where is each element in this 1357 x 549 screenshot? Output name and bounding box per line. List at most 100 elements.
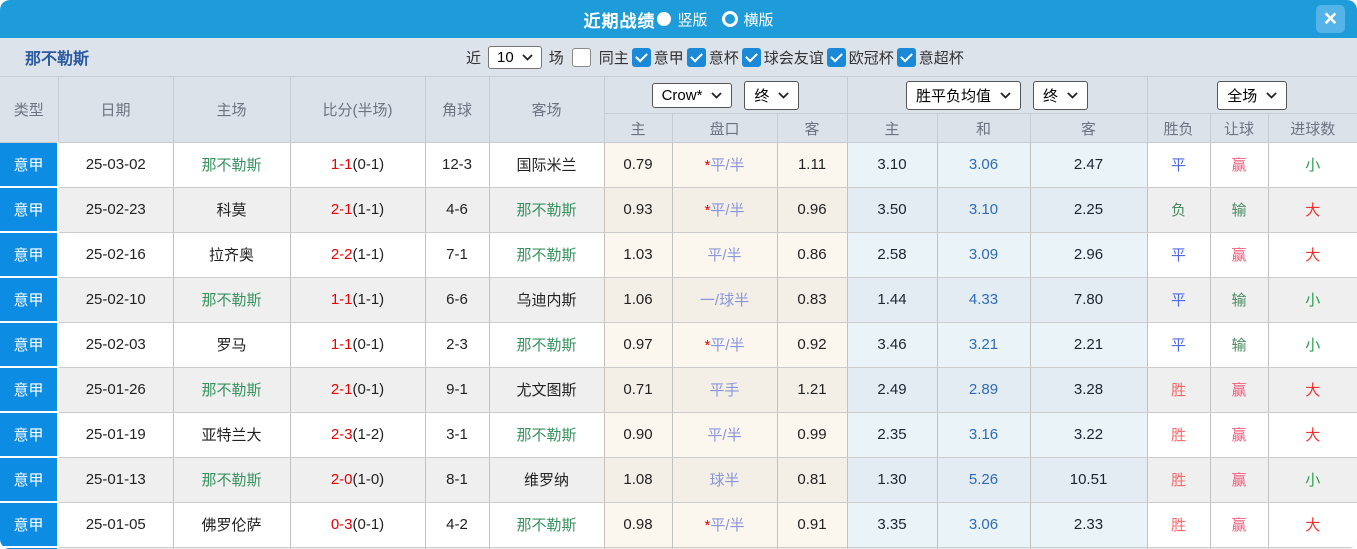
- avg-home-odds-cell: 2.58: [847, 232, 938, 278]
- horizontal-radio-icon[interactable]: [721, 11, 738, 27]
- league-checkbox-supercoppa[interactable]: [896, 47, 916, 67]
- away-cell: 那不勒斯: [489, 322, 605, 368]
- avg-away-odds-cell: 2.33: [1030, 502, 1148, 548]
- corner-cell: 2-3: [425, 322, 490, 368]
- bookmaker-select[interactable]: Crow*: [651, 82, 733, 108]
- handicap-outcome-cell: 赢: [1210, 232, 1269, 278]
- same-home-checkbox[interactable]: [571, 47, 591, 67]
- handicap-cell: 平/半: [672, 412, 778, 458]
- away-cell: 国际米兰: [489, 142, 605, 188]
- crow-time-select[interactable]: 终: [744, 80, 800, 110]
- league-checkbox-ucl[interactable]: [826, 47, 846, 67]
- corner-cell: 4-2: [425, 502, 490, 548]
- handicap-outcome-cell: 赢: [1210, 412, 1269, 458]
- horizontal-radio-label[interactable]: 横版: [744, 9, 774, 30]
- league-label-serie-a: 意甲: [653, 49, 684, 67]
- subheader-avg-draw: 和: [937, 113, 1031, 143]
- same-home-label: 同主: [598, 49, 629, 67]
- handicap-cell: *平/半: [672, 142, 778, 188]
- subheader-crow-home: 主: [604, 113, 673, 143]
- crow-away-odds-cell: 0.81: [777, 457, 848, 503]
- fulltime-select[interactable]: 全场: [1217, 80, 1288, 110]
- goals-cell: 大: [1268, 232, 1357, 278]
- handicap-cell: 球半: [672, 457, 778, 503]
- away-cell: 那不勒斯: [489, 412, 605, 458]
- layout-radio-group: 竖版 横版: [655, 9, 774, 30]
- handicap-cell: *平/半: [672, 502, 778, 548]
- crow-home-odds-cell: 0.93: [604, 187, 673, 233]
- handicap-text: 平/半: [710, 202, 745, 219]
- outcome-cell: 负: [1147, 187, 1211, 233]
- close-button[interactable]: ×: [1316, 5, 1345, 33]
- table-row: 意甲 25-01-05 佛罗伦萨 0-3(0-1) 4-2 那不勒斯 0.98 …: [0, 502, 1357, 548]
- handicap-cell: 一/球半: [672, 277, 778, 323]
- league-checkbox-friendly[interactable]: [741, 47, 761, 67]
- avg-draw-odds-cell: 3.21: [937, 322, 1031, 368]
- goals-cell: 小: [1268, 277, 1357, 323]
- league-cell: 意甲: [0, 412, 59, 458]
- league-label-friendly: 球会友谊: [763, 49, 824, 67]
- home-cell: 科莫: [173, 187, 291, 233]
- vertical-radio-label[interactable]: 竖版: [677, 9, 707, 30]
- halftime-score: (0-1): [352, 156, 385, 174]
- league-cell: 意甲: [0, 322, 59, 368]
- check-icon: [634, 49, 648, 62]
- corner-cell: 9-1: [425, 367, 490, 413]
- goals-cell: 大: [1268, 187, 1357, 233]
- league-label-coppa: 意杯: [708, 49, 739, 67]
- chevron-down-icon: [711, 91, 723, 99]
- home-cell: 那不勒斯: [173, 367, 291, 413]
- avg-home-odds-cell: 2.35: [847, 412, 938, 458]
- handicap-text: 一/球半: [699, 292, 750, 309]
- crow-odds-group: Crow* 终: [604, 77, 848, 114]
- vertical-radio-selected-icon[interactable]: [657, 12, 672, 26]
- filter-bar: 那不勒斯 近 10 场 同主 意甲 意杯 球会友谊 欧冠杯 意超杯: [0, 38, 1357, 77]
- home-cell: 拉齐奥: [173, 232, 291, 278]
- fulltime-score: 2-3: [330, 426, 353, 443]
- outcome-cell: 平: [1147, 232, 1211, 278]
- goals-cell: 大: [1268, 412, 1357, 458]
- avg-away-odds-cell: 3.22: [1030, 412, 1148, 458]
- score-cell: 2-1(0-1): [290, 367, 426, 413]
- halftime-score: (1-1): [352, 201, 385, 218]
- crow-away-odds-cell: 0.83: [777, 277, 848, 323]
- header-corner: 角球: [425, 77, 490, 143]
- match-count-select[interactable]: 10: [488, 45, 542, 69]
- handicap-cell: 平/半: [672, 232, 778, 278]
- goals-cell: 小: [1268, 457, 1357, 503]
- handicap-outcome-cell: 赢: [1210, 457, 1269, 503]
- avg-draw-odds-cell: 3.10: [937, 187, 1031, 233]
- league-cell: 意甲: [0, 367, 59, 413]
- halftime-score: (1-2): [352, 426, 385, 443]
- outcome-cell: 胜: [1147, 412, 1211, 458]
- halftime-score: (1-1): [352, 246, 385, 263]
- filters: 近 10 场 同主 意甲 意杯 球会友谊 欧冠杯 意超杯: [463, 38, 967, 76]
- crow-away-odds-cell: 0.92: [777, 322, 848, 368]
- fulltime-score: 2-1: [330, 201, 353, 218]
- date-cell: 25-01-19: [58, 412, 174, 458]
- league-cell: 意甲: [0, 502, 59, 548]
- league-cell: 意甲: [0, 142, 59, 188]
- avg-type-select[interactable]: 胜平负均值: [906, 80, 1022, 110]
- close-icon: ×: [1323, 5, 1338, 31]
- table-row: 意甲 25-01-13 那不勒斯 2-0(1-0) 8-1 维罗纳 1.08 球…: [0, 457, 1357, 503]
- near-label: 近: [466, 49, 482, 67]
- avg-draw-odds-cell: 3.16: [937, 412, 1031, 458]
- league-label-ucl: 欧冠杯: [848, 49, 894, 67]
- away-cell: 那不勒斯: [489, 502, 605, 548]
- avg-draw-odds-cell: 2.89: [937, 367, 1031, 413]
- corner-cell: 3-1: [425, 412, 490, 458]
- avg-away-odds-cell: 2.25: [1030, 187, 1148, 233]
- crow-home-odds-cell: 1.06: [604, 277, 673, 323]
- league-checkbox-coppa[interactable]: [686, 47, 706, 67]
- league-checkbox-serie-a[interactable]: [631, 47, 651, 67]
- goals-cell: 小: [1268, 142, 1357, 188]
- table-row: 意甲 25-01-19 亚特兰大 2-3(1-2) 3-1 那不勒斯 0.90 …: [0, 412, 1357, 458]
- chevron-down-icon: [778, 91, 790, 99]
- date-cell: 25-01-26: [58, 367, 174, 413]
- avg-time-select[interactable]: 终: [1033, 80, 1089, 110]
- header-score: 比分(半场): [290, 77, 426, 143]
- table-row: 意甲 25-01-26 那不勒斯 2-1(0-1) 9-1 尤文图斯 0.71 …: [0, 367, 1357, 413]
- handicap-outcome-cell: 输: [1210, 322, 1269, 368]
- score-cell: 1-1(0-1): [290, 322, 426, 368]
